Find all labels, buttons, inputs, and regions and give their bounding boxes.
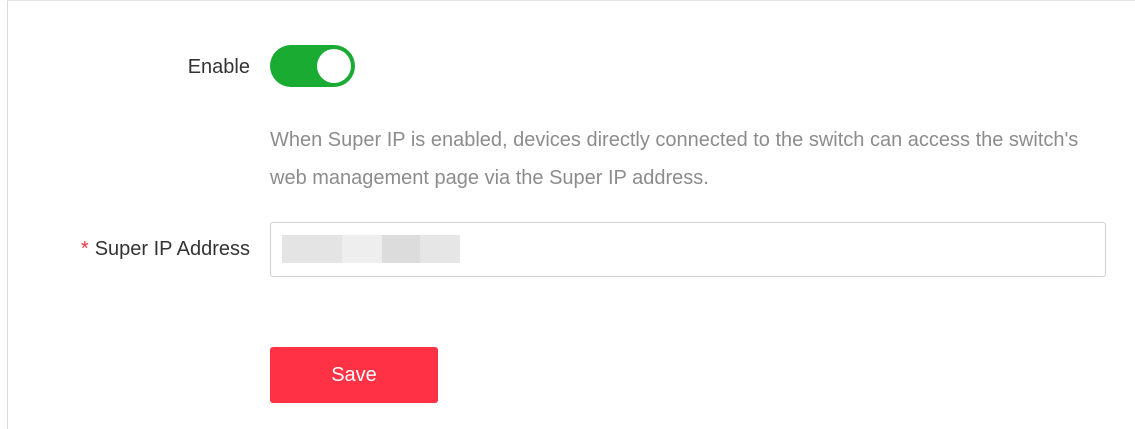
super-ip-hint-text: When Super IP is enabled, devices direct… [270,129,1079,189]
super-ip-settings-panel: Enable When Super IP is enabled, devices… [0,0,1135,429]
enable-toggle[interactable] [270,45,355,87]
super-ip-address-label: * Super IP Address [81,237,250,261]
save-button[interactable]: Save [270,347,438,403]
required-marker: * [80,238,89,260]
super-ip-address-input[interactable] [270,222,1106,277]
panel-left-border [7,0,8,429]
super-ip-address-label-text: Super IP Address [94,238,250,260]
panel-top-border [7,0,1135,1]
enable-label: Enable [187,56,250,78]
toggle-knob [317,49,351,83]
